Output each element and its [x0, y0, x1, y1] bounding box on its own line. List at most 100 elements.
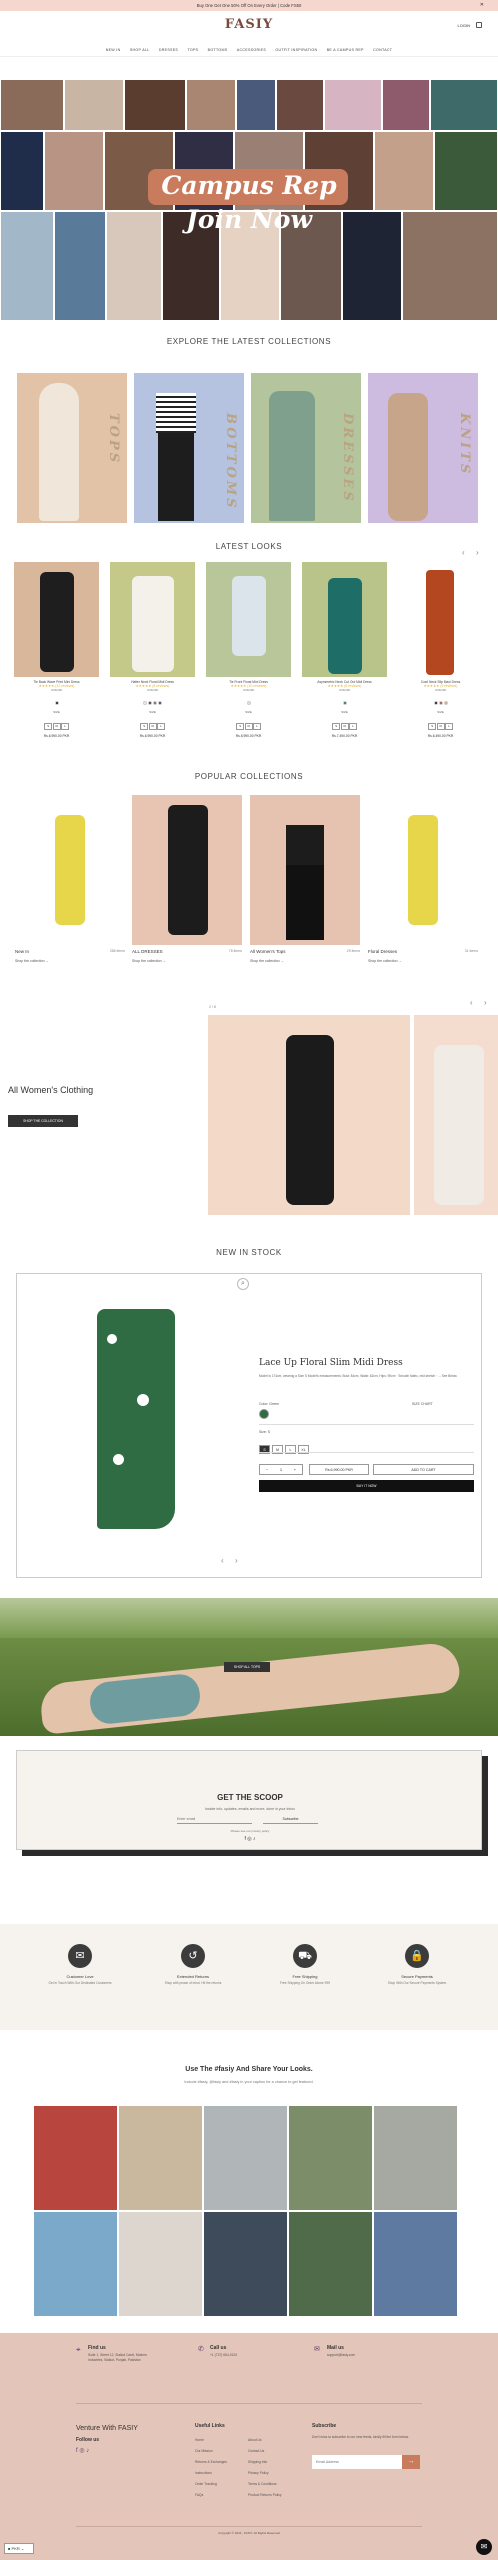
size-option[interactable]: L [445, 722, 453, 730]
color-swatch[interactable] [246, 701, 251, 705]
subscribe-button[interactable]: Subscribe [263, 1815, 318, 1824]
size-option[interactable]: M [436, 722, 445, 730]
product-card[interactable]: Cowl Neck Slip Maxi Dress ★★★★★ (9 revie… [398, 562, 483, 738]
footer-link[interactable]: About Us [248, 2435, 308, 2446]
chat-widget-icon[interactable]: ✉ [476, 2539, 492, 2555]
size-option[interactable]: S [44, 722, 52, 730]
footer-link[interactable]: Contact Us [248, 2446, 308, 2457]
size-option[interactable]: L [157, 722, 165, 730]
tops-banner[interactable]: SHOP ALL TOPS [0, 1598, 498, 1736]
ugc-photo[interactable] [289, 2106, 372, 2210]
size-option[interactable]: L [253, 722, 261, 730]
footer-link[interactable]: Returns & Exchanges [195, 2457, 227, 2468]
category-dresses[interactable]: DRESSES [251, 373, 361, 523]
nav-item-accessories[interactable]: ACCESSORIES [237, 48, 266, 52]
shop-collection-link[interactable]: Shop the collection → [15, 959, 125, 963]
nav-item-shop-all[interactable]: SHOP ALL [130, 48, 150, 52]
search-icon[interactable]: ⌕ [237, 1278, 249, 1290]
contact-text[interactable]: support@fasiy.com [327, 2353, 355, 2357]
collection-name[interactable]: New In [15, 949, 29, 954]
shop-collection-button[interactable]: SHOP THE COLLECTION [8, 1115, 78, 1127]
close-icon[interactable]: ✕ [480, 0, 484, 11]
logo[interactable]: FASIY [0, 17, 498, 32]
collection-card[interactable]: New In 286 items Shop the collection → [15, 795, 125, 963]
color-swatch[interactable] [153, 701, 157, 705]
category-bottoms[interactable]: BOTTOMS [134, 373, 244, 523]
footer-link[interactable]: Terms & Conditions [248, 2479, 308, 2490]
nav-item-tops[interactable]: TOPS [187, 48, 198, 52]
footer-email-input[interactable] [312, 2455, 402, 2469]
ugc-photo[interactable] [119, 2212, 202, 2316]
arrow-right-icon[interactable]: → [402, 2455, 420, 2469]
shop-collection-link[interactable]: Shop the collection → [250, 959, 360, 963]
instagram-icon[interactable]: ◎ [247, 1836, 251, 1842]
contact-text[interactable]: +1 (737) 664-0120 [210, 2353, 237, 2357]
size-option[interactable]: S [236, 722, 244, 730]
ugc-photo[interactable] [34, 2212, 117, 2316]
facebook-icon[interactable]: f [76, 2448, 78, 2454]
color-swatch[interactable] [54, 701, 59, 705]
tiktok-icon[interactable]: ♪ [253, 1836, 256, 1842]
newsletter-email-input[interactable] [177, 1814, 252, 1824]
size-option[interactable]: S [428, 722, 436, 730]
ugc-photo[interactable] [374, 2106, 457, 2210]
product-card[interactable]: Tie Front Floral Mini Dress ★★★★★ (10 re… [206, 562, 291, 738]
nav-item-outfit-inspiration[interactable]: OUTFIT INSPIRATION [275, 48, 317, 52]
ugc-photo[interactable] [204, 2106, 287, 2210]
plus-icon[interactable]: + [294, 1465, 296, 1474]
chevron-left-icon[interactable]: ‹ [462, 548, 465, 557]
add-to-cart-button[interactable]: ADD TO CART [373, 1464, 474, 1475]
category-knits[interactable]: KNITS [368, 373, 478, 523]
color-swatch[interactable] [143, 701, 147, 705]
instagram-icon[interactable]: ◎ [79, 2448, 84, 2454]
currency-selector[interactable]: ■ PKR ⌄ [4, 2543, 34, 2554]
collection-card[interactable]: All Women's Tops 29 items Shop the collec… [250, 795, 360, 963]
shop-collection-link[interactable]: Shop the collection → [132, 959, 242, 963]
size-option[interactable]: M [340, 722, 349, 730]
hero-subtitle[interactable]: Join Now [0, 205, 498, 234]
tiktok-icon[interactable]: ♪ [86, 2448, 89, 2454]
category-tops[interactable]: TOPS [17, 373, 127, 523]
product-card[interactable]: Halter Neck Floral Midi Dress ★★★★★ (8 r… [110, 562, 195, 738]
hero-banner[interactable]: Campus Rep Join Now [0, 79, 498, 321]
footer-link[interactable]: Home [195, 2435, 227, 2446]
nav-item-bottoms[interactable]: BOTTOMS [208, 48, 228, 52]
slide-image-next[interactable] [414, 1015, 498, 1215]
size-option[interactable]: M [148, 722, 157, 730]
footer-link[interactable]: Our Mission [195, 2446, 227, 2457]
buy-now-button[interactable]: BUY IT NOW [259, 1480, 474, 1492]
slide-image[interactable] [208, 1015, 410, 1215]
footer-link[interactable]: Order Tracking [195, 2479, 227, 2490]
quantity-stepper[interactable]: − 1 + [259, 1464, 303, 1475]
minus-icon[interactable]: − [266, 1465, 268, 1474]
ugc-photo[interactable] [204, 2212, 287, 2316]
quantity-value[interactable]: 1 [280, 1465, 282, 1474]
nav-item-contact[interactable]: CONTACT [373, 48, 392, 52]
size-option[interactable]: M [244, 722, 253, 730]
footer-link[interactable]: Shipping Info [248, 2457, 308, 2468]
footer-link[interactable]: Privacy Policy [248, 2468, 308, 2479]
chevron-left-icon[interactable]: ‹ [470, 998, 473, 1007]
chevron-left-icon[interactable]: ‹ [221, 1556, 224, 1565]
size-option[interactable]: S [332, 722, 340, 730]
collection-name[interactable]: All Women's Tops [250, 949, 285, 954]
product-card[interactable]: Asymmetric Neck Cut Out Midi Dress ★★★★★… [302, 562, 387, 738]
size-chart-link[interactable]: SIZE CHART [412, 1402, 433, 1406]
footer-link[interactable]: Instructions [195, 2468, 227, 2479]
product-card[interactable]: Tie Back Wave Print Mini Dress ★★★★★ (12… [14, 562, 99, 738]
chevron-right-icon[interactable]: › [235, 1556, 238, 1565]
size-option[interactable]: L [61, 722, 69, 730]
color-swatch[interactable] [433, 701, 438, 705]
privacy-note[interactable]: Please see our privacy policy [17, 1829, 483, 1833]
color-swatch[interactable] [148, 701, 152, 705]
collection-card[interactable]: Floral Dresses 31 items Shop the collecti… [368, 795, 478, 963]
ugc-photo[interactable] [289, 2212, 372, 2316]
ugc-photo[interactable] [374, 2212, 457, 2316]
chevron-right-icon[interactable]: › [476, 548, 479, 557]
size-option[interactable]: M [52, 722, 61, 730]
color-swatch[interactable] [443, 701, 448, 705]
collection-card[interactable]: ALL DRESSES 76 items Shop the collection … [132, 795, 242, 963]
color-swatch[interactable] [342, 701, 347, 705]
facebook-icon[interactable]: f [244, 1836, 245, 1842]
collection-name[interactable]: Floral Dresses [368, 949, 397, 954]
